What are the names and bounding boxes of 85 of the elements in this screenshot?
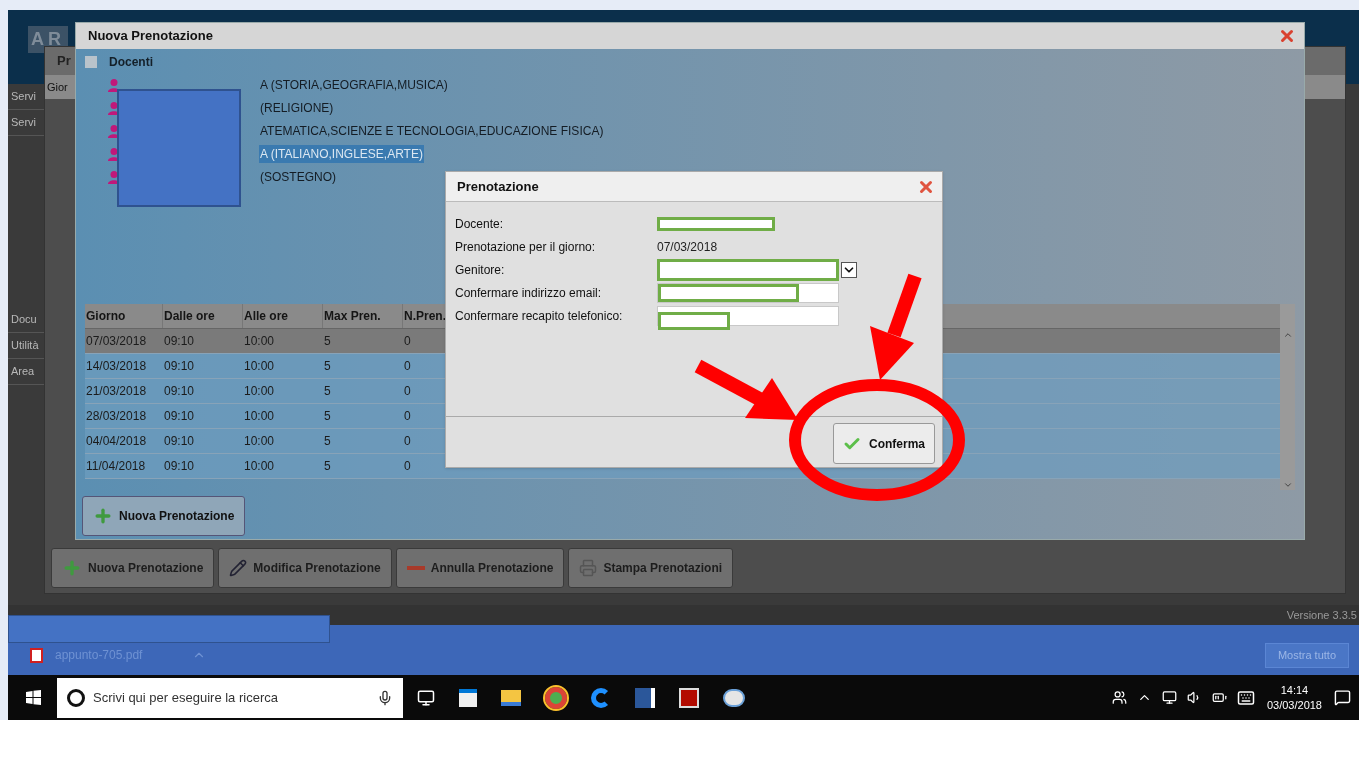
table-cell-text: 5 <box>323 408 332 425</box>
pencil-icon <box>229 559 248 577</box>
search-field[interactable]: Scrivi qui per eseguire la ricerca <box>57 677 403 718</box>
table-cell-text: 09:10 <box>163 358 196 375</box>
column-header[interactable]: Giorno <box>85 304 163 328</box>
table-cell-text: 09:10 <box>163 333 196 350</box>
dropdown-icon[interactable] <box>841 261 857 278</box>
toolbar-button[interactable]: Nuova Prenotazione <box>51 548 215 588</box>
table-cell-text: 0 <box>403 458 412 475</box>
table-cell-text: 09:10 <box>163 383 196 400</box>
windows-logo-icon[interactable] <box>26 690 41 705</box>
window-title: Pr <box>57 52 71 71</box>
table-cell-text: 21/03/2018 <box>85 383 148 400</box>
parent-select-field[interactable] <box>657 258 839 281</box>
folder-icon[interactable] <box>501 689 521 706</box>
table-cell-text: 0 <box>403 433 412 450</box>
tree-root-label[interactable]: Docenti <box>109 53 153 71</box>
date-value: 07/03/2018 <box>657 238 718 256</box>
printer-icon <box>579 559 598 577</box>
scroll-up-icon[interactable] <box>1282 330 1293 340</box>
table-cell-text: 5 <box>323 458 332 475</box>
table-cell-text: 0 <box>403 408 412 425</box>
version-label: Versione 3.3.5 <box>1286 607 1357 623</box>
field-label: Prenotazione per il giorno: <box>455 238 597 256</box>
table-cell-text: 09:10 <box>163 408 196 425</box>
table-cell-text: 10:00 <box>243 458 276 475</box>
table-cell-text: 11/04/2018 <box>85 458 147 475</box>
table-cell-text: 09:10 <box>163 458 196 475</box>
table-cell-text: 10:00 <box>243 408 276 425</box>
task-view-icon[interactable] <box>417 688 435 707</box>
pdf-icon <box>30 647 43 663</box>
window-title: Nuova Prenotazione <box>88 27 213 46</box>
microphone-icon[interactable] <box>377 689 393 706</box>
table-cell-text: 14/03/2018 <box>85 358 148 375</box>
table-cell-text: 5 <box>323 358 332 375</box>
tree-item[interactable]: ATEMATICA,SCIENZE E TECNOLOGIA,EDUCAZIONE FISICA) <box>259 121 605 140</box>
confirm-button[interactable]: Conferma <box>833 423 935 464</box>
table-cell-text: 10:00 <box>243 358 276 375</box>
tree-item[interactable]: (RELIGIONE) <box>259 98 335 117</box>
field-label: Docente: <box>455 215 505 233</box>
table-cell-text: 10:00 <box>243 333 276 350</box>
clock[interactable]: 14:14 03/03/2018 <box>1264 682 1324 713</box>
new-booking-button[interactable]: Nuova Prenotazione <box>82 496 246 536</box>
tree-root-checkbox[interactable] <box>85 56 97 68</box>
input-field[interactable] <box>657 282 839 303</box>
table-cell-text: 0 <box>403 358 412 375</box>
scroll-down-icon[interactable] <box>1282 480 1293 490</box>
table-cell-text: 04/04/2018 <box>85 433 148 450</box>
browser-icon[interactable] <box>545 686 567 709</box>
column-header: Gior <box>47 79 68 95</box>
cortana-icon <box>67 688 85 707</box>
people-icon[interactable] <box>1111 690 1127 705</box>
table-cell-text: 09:10 <box>163 433 196 450</box>
minus-icon <box>406 566 425 570</box>
tree-item[interactable]: (SOSTEGNO) <box>259 167 337 186</box>
battery-icon[interactable] <box>1211 690 1227 705</box>
field-label: Genitore: <box>455 261 506 279</box>
document-app-icon[interactable] <box>635 687 655 708</box>
table-cell-text: 5 <box>323 333 332 350</box>
scrollbar[interactable] <box>1280 304 1295 490</box>
table-cell-text: 07/03/2018 <box>85 333 148 350</box>
toolbar-button[interactable]: Modifica Prenotazione <box>218 548 392 588</box>
table-cell-text: 5 <box>323 383 332 400</box>
network-icon[interactable] <box>1161 690 1177 705</box>
plus-icon <box>93 506 113 526</box>
tree-item[interactable]: A (STORIA,GEOGRAFIA,MUSICA) <box>259 75 449 94</box>
field-label: Confermare indirizzo email: <box>455 284 603 302</box>
tree-item[interactable]: A (ITALIANO,INGLESE,ARTE) <box>259 144 424 163</box>
close-icon[interactable] <box>1278 27 1296 45</box>
keyboard-icon[interactable] <box>1236 688 1255 707</box>
redaction-box <box>658 311 730 330</box>
column-header[interactable]: Max Pren. <box>323 304 403 328</box>
table-cell-text: 10:00 <box>243 433 276 450</box>
toolbar-button[interactable]: Stampa Prenotazioni <box>568 548 734 588</box>
plus-icon <box>62 558 82 578</box>
table-cell-text: 5 <box>323 433 332 450</box>
table-cell-text: 10:00 <box>243 383 276 400</box>
notifications-icon[interactable] <box>1334 689 1351 706</box>
dialog-title: Prenotazione <box>457 177 539 196</box>
column-header[interactable]: Dalle ore <box>163 304 243 328</box>
table-cell-text: 0 <box>403 383 412 400</box>
toolbar-button[interactable]: Annulla Prenotazione <box>395 548 565 588</box>
column-header[interactable]: Alle ore <box>243 304 323 328</box>
table-cell-text: 28/03/2018 <box>85 408 148 425</box>
table-cell-text: 0 <box>403 333 412 350</box>
